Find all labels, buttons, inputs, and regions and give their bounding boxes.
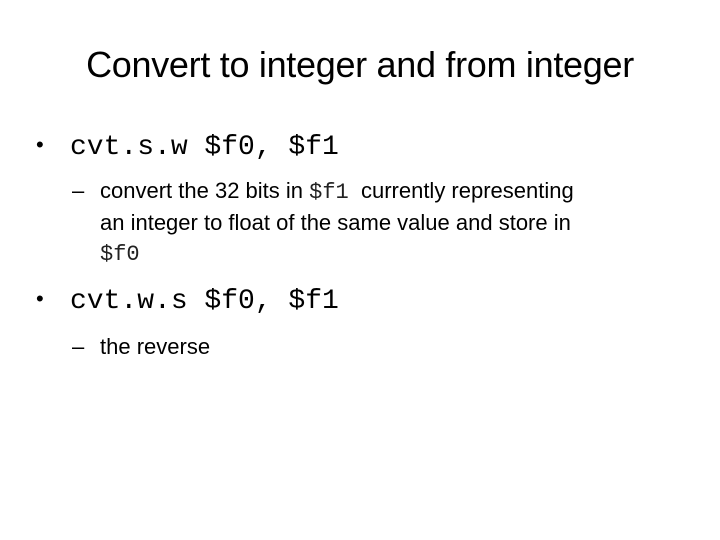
sub-bullet-reverse: – the reverse xyxy=(72,332,692,362)
sub-text: the reverse xyxy=(100,334,211,359)
bullet-cvt-s-w: • cvt.s.w $f0, $f1 xyxy=(36,130,339,163)
bullet-icon: • xyxy=(36,285,44,311)
dash-icon: – xyxy=(72,334,85,359)
sub-text: currently representing xyxy=(348,178,574,203)
dash-icon: – xyxy=(72,178,85,203)
bullet-icon: • xyxy=(36,131,44,157)
sub-text: convert the 32 bits in xyxy=(100,178,310,203)
sub-text-line2: an integer to float of the same value an… xyxy=(100,210,571,235)
bullet-code: cvt.s.w $f0, $f1 xyxy=(70,132,339,163)
slide-title: Convert to integer and from integer xyxy=(86,44,634,85)
sub-bullet-convert: – convert the 32 bits in $f1 currently re… xyxy=(72,176,692,270)
bullet-code: cvt.w.s $f0, $f1 xyxy=(70,286,339,317)
inline-code: $f1 xyxy=(309,180,349,205)
bullet-cvt-w-s: • cvt.w.s $f0, $f1 xyxy=(36,284,339,317)
inline-code: $f0 xyxy=(100,242,140,267)
